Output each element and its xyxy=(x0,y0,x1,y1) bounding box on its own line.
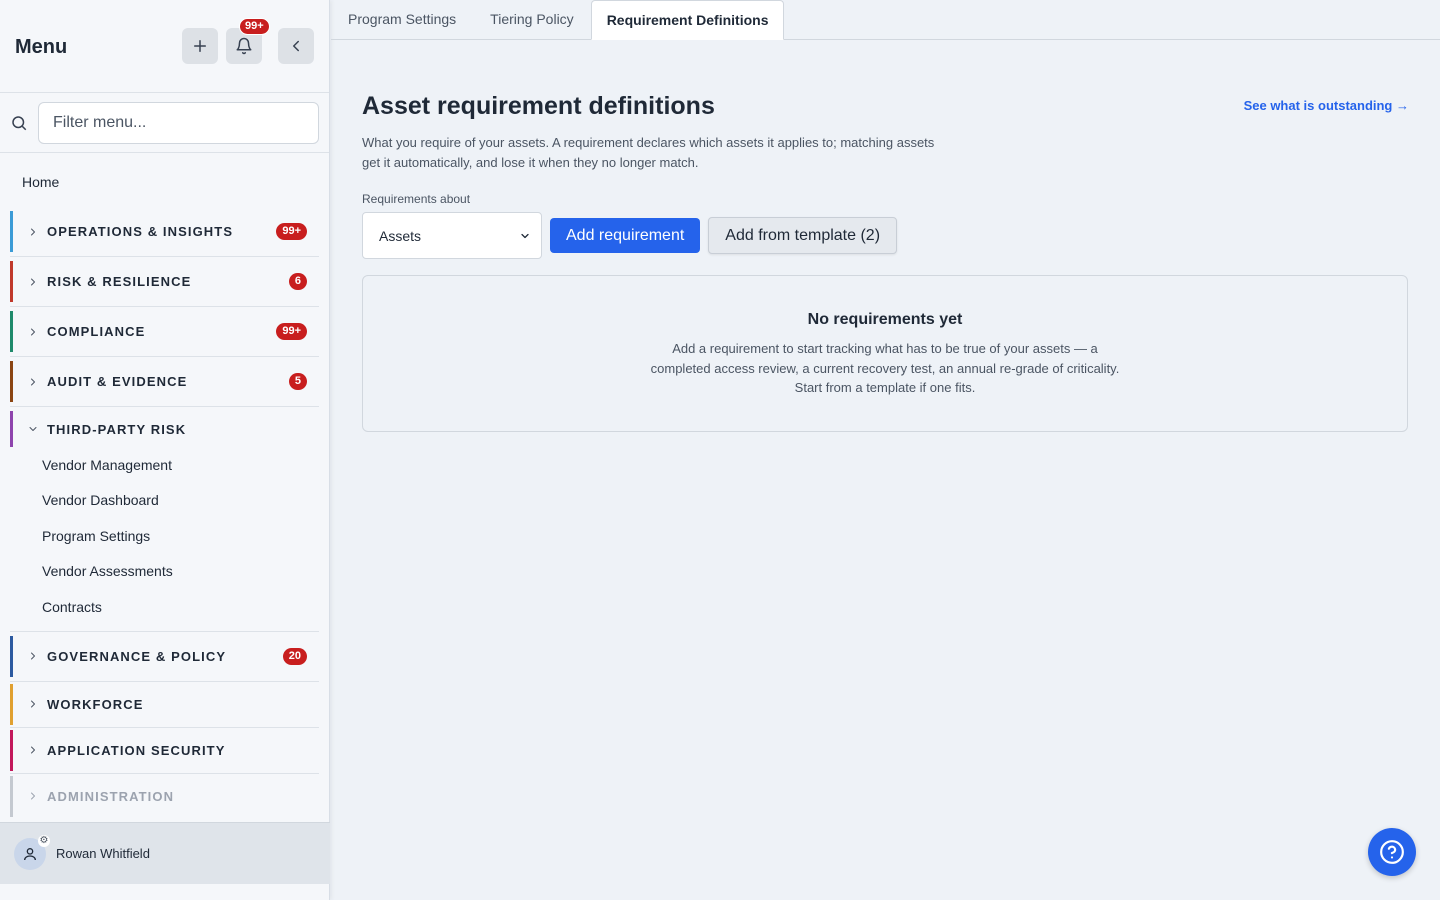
nav-group-header-workforce[interactable]: WORKFORCE xyxy=(10,683,319,725)
page-description: What you require of your assets. A requi… xyxy=(362,135,935,170)
sidebar-title: Menu xyxy=(15,35,68,58)
sidebar-item-vendor-dashboard[interactable]: Vendor Dashboard xyxy=(10,483,319,519)
nav-group-operations: OPERATIONS & INSIGHTS 99+ xyxy=(10,207,319,257)
add-button[interactable] xyxy=(182,28,218,64)
search-icon xyxy=(12,115,27,130)
chevron-right-icon xyxy=(31,328,35,335)
tab-bar: Program Settings Tiering Policy Requirem… xyxy=(331,0,1440,40)
nav-group-label: COMPLIANCE xyxy=(47,324,146,339)
nav-group-workforce: WORKFORCE xyxy=(10,682,319,728)
empty-state-title: No requirements yet xyxy=(807,311,963,328)
chevron-down-icon xyxy=(521,233,529,238)
sidebar-item-vendor-assessments[interactable]: Vendor Assessments xyxy=(10,554,319,590)
main-content: Program Settings Tiering Policy Requirem… xyxy=(331,0,1440,900)
avatar[interactable]: ⚙ xyxy=(14,834,50,870)
sidebar-header: Menu 99+ xyxy=(0,0,329,93)
add-from-template-button[interactable]: Add from template (2) xyxy=(708,217,898,254)
nav-group-header-risk[interactable]: RISK & RESILIENCE 6 xyxy=(10,261,319,302)
chevron-right-icon xyxy=(31,378,35,385)
nav-group-label: OPERATIONS & INSIGHTS xyxy=(47,224,234,239)
plus-icon xyxy=(194,40,206,52)
tab-tiering-policy[interactable]: Tiering Policy xyxy=(473,0,591,39)
user-footer[interactable]: ⚙ Rowan Whitfield xyxy=(0,822,330,884)
tab-program-settings[interactable]: Program Settings xyxy=(331,0,473,39)
chevron-right-icon xyxy=(31,792,35,800)
tab-requirement-definitions[interactable]: Requirement Definitions xyxy=(590,0,785,40)
add-requirement-button[interactable]: Add requirement xyxy=(550,218,701,253)
chevron-right-icon xyxy=(31,746,35,754)
count-badge: 99+ xyxy=(276,323,307,340)
chevron-left-icon xyxy=(293,40,299,52)
count-badge: 20 xyxy=(282,647,307,665)
count-badge: 5 xyxy=(288,373,307,390)
nav-group-label: RISK & RESILIENCE xyxy=(47,274,192,289)
requirements-about-select[interactable]: Assets xyxy=(362,212,542,259)
sidebar-item-home[interactable]: Home xyxy=(0,163,329,201)
requirement-controls: Assets Add requirement Add from template… xyxy=(362,212,1409,259)
gear-icon: ⚙ xyxy=(38,834,50,847)
nav-group-label: APPLICATION SECURITY xyxy=(47,742,226,758)
page-content: Asset requirement definitions See what i… xyxy=(331,40,1440,432)
nav-group-label: THIRD-PARTY RISK xyxy=(47,421,187,437)
nav-group-label: GOVERNANCE & POLICY xyxy=(47,648,227,664)
bell-icon xyxy=(236,37,252,55)
chevron-down-icon xyxy=(29,427,37,431)
nav-group-admin: ADMINISTRATION xyxy=(10,774,319,819)
select-value: Assets xyxy=(379,227,422,244)
notification-badge: 99+ xyxy=(239,18,270,35)
nav-group-risk: RISK & RESILIENCE 6 xyxy=(10,257,319,307)
chevron-right-icon xyxy=(31,700,35,708)
chevron-right-icon xyxy=(31,278,35,285)
filter-menu-input[interactable] xyxy=(38,101,319,144)
notifications-button[interactable]: 99+ xyxy=(226,18,270,64)
nav-group-appsec: APPLICATION SECURITY xyxy=(10,728,319,774)
nav-group-header-audit[interactable]: AUDIT & EVIDENCE 5 xyxy=(10,361,319,402)
nav-group-compliance: COMPLIANCE 99+ xyxy=(10,307,319,357)
sidebar: Menu 99+ Home OPERATIONS & INSIGHTS 99+ xyxy=(0,0,330,900)
nav-group-header-operations[interactable]: OPERATIONS & INSIGHTS 99+ xyxy=(10,211,319,252)
nav-group-header-appsec[interactable]: APPLICATION SECURITY xyxy=(10,729,319,771)
see-outstanding-link[interactable]: See what is outstanding → xyxy=(1244,98,1409,113)
sidebar-nav: Home OPERATIONS & INSIGHTS 99+ RISK & RE… xyxy=(0,153,329,819)
nav-group-label: WORKFORCE xyxy=(47,696,144,712)
nav-group-label: AUDIT & EVIDENCE xyxy=(47,374,188,389)
nav-group-header-governance[interactable]: GOVERNANCE & POLICY 20 xyxy=(10,635,319,677)
user-icon xyxy=(24,847,36,860)
sidebar-item-contracts[interactable]: Contracts xyxy=(10,589,319,625)
empty-state-card: No requirements yet Add a requirement to… xyxy=(362,275,1408,432)
chevron-right-icon xyxy=(31,652,35,660)
count-badge: 99+ xyxy=(276,223,307,240)
nav-group-header-admin[interactable]: ADMINISTRATION xyxy=(10,775,319,817)
help-button[interactable] xyxy=(1368,828,1416,876)
user-name: Rowan Whitfield xyxy=(56,846,150,861)
requirements-about-label: Requirements about xyxy=(362,192,471,206)
sidebar-item-program-settings[interactable]: Program Settings xyxy=(10,518,319,554)
nav-group-header-compliance[interactable]: COMPLIANCE 99+ xyxy=(10,311,319,352)
help-icon xyxy=(1380,840,1404,864)
count-badge: 6 xyxy=(288,273,307,290)
nav-group-third-party: THIRD-PARTY RISK Vendor Management Vendo… xyxy=(10,407,319,632)
nav-group-audit: AUDIT & EVIDENCE 5 xyxy=(10,357,319,407)
nav-group-governance: GOVERNANCE & POLICY 20 xyxy=(10,632,319,682)
sidebar-search xyxy=(0,93,329,153)
chevron-right-icon xyxy=(31,228,35,235)
empty-state-text: Add a requirement to start tracking what… xyxy=(650,341,1120,395)
collapse-sidebar-button[interactable] xyxy=(278,28,314,64)
sidebar-item-vendor-management[interactable]: Vendor Management xyxy=(10,447,319,483)
nav-group-header-third-party[interactable]: THIRD-PARTY RISK xyxy=(10,411,319,447)
nav-group-label: ADMINISTRATION xyxy=(47,788,175,804)
